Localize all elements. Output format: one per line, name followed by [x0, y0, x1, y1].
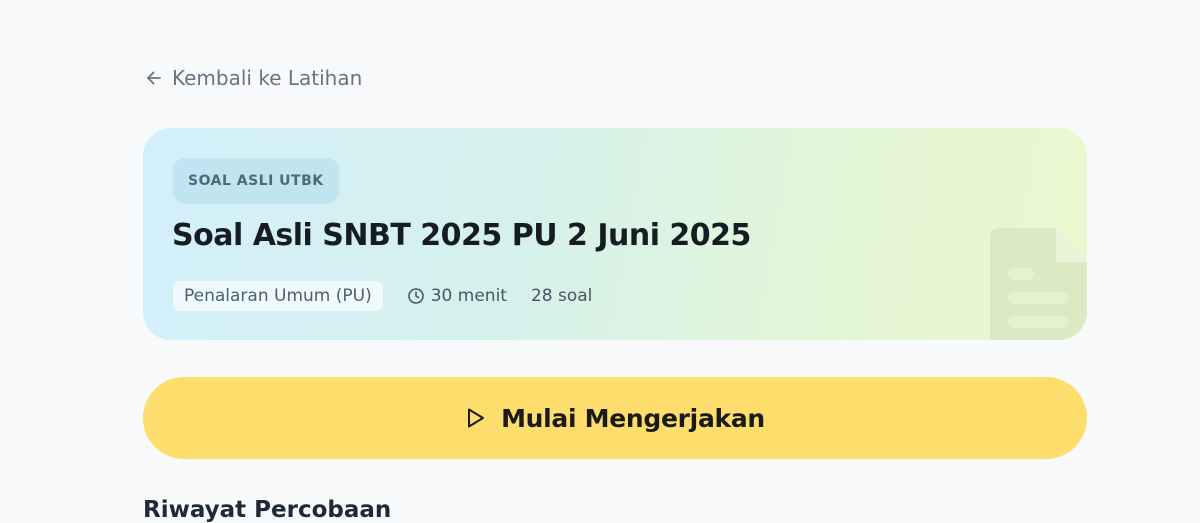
question-count: 28 soal: [530, 286, 593, 306]
exam-info-card: SOAL ASLI UTBK Soal Asli SNBT 2025 PU 2 …: [143, 128, 1087, 340]
duration-info: 30 menit: [407, 286, 507, 306]
subject-chip: Penalaran Umum (PU): [173, 281, 383, 311]
back-link-label: Kembali ke Latihan: [172, 66, 363, 90]
play-icon: [465, 406, 487, 430]
start-exam-button[interactable]: Mulai Mengerjakan: [143, 377, 1087, 459]
exam-meta-row: Penalaran Umum (PU) 30 menit 28 soal: [173, 281, 592, 311]
arrow-left-icon: [144, 68, 164, 88]
duration-label: 30 menit: [430, 286, 507, 306]
category-badge: SOAL ASLI UTBK: [173, 158, 339, 204]
document-icon: [986, 228, 1087, 340]
back-to-practice-link[interactable]: Kembali ke Latihan: [144, 64, 362, 92]
attempt-history-heading: Riwayat Percobaan: [143, 497, 392, 523]
clock-icon: [407, 287, 425, 305]
exam-title: Soal Asli SNBT 2025 PU 2 Juni 2025: [172, 218, 751, 253]
start-button-label: Mulai Mengerjakan: [501, 403, 765, 433]
